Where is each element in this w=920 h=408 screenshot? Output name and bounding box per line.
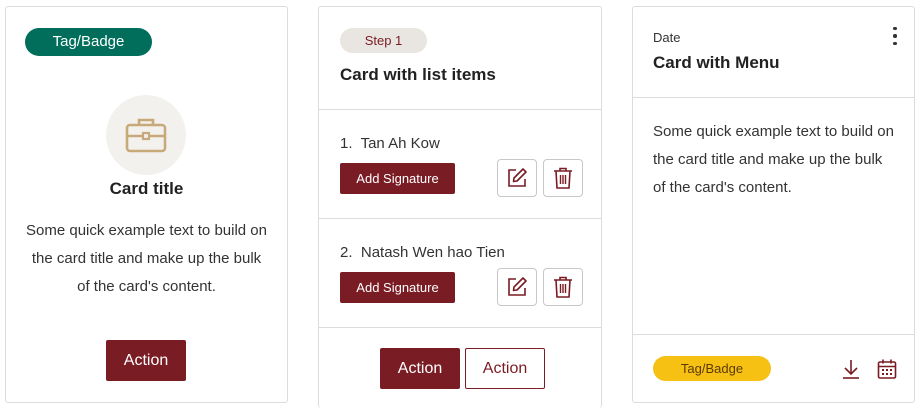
action-button-primary[interactable]: Action: [380, 348, 460, 389]
edit-icon: [508, 277, 527, 296]
divider: [633, 334, 914, 335]
briefcase-icon: [125, 118, 167, 153]
card-title: Card with Menu: [653, 53, 780, 72]
tag-badge: Tag/Badge: [25, 28, 152, 56]
divider: [319, 109, 601, 110]
trash-icon: [554, 276, 572, 298]
action-button-secondary[interactable]: Action: [465, 348, 545, 389]
card-title: Card title: [109, 179, 184, 198]
card-overline: Date: [653, 30, 681, 45]
edit-button[interactable]: [497, 268, 537, 306]
list-card: Step 1 Card with list items 1. Tan Ah Ko…: [318, 6, 602, 408]
trash-icon: [554, 167, 572, 189]
card-text: Some quick example text to build on the …: [653, 123, 894, 196]
card-title: Card with list items: [340, 65, 496, 84]
kebab-menu-icon[interactable]: [888, 25, 902, 47]
menu-card: Date Card with Menu Some quick example t…: [632, 6, 915, 403]
action-button[interactable]: Action: [106, 340, 186, 381]
list-item-name: Tan Ah Kow: [360, 135, 440, 152]
feature-card: Tag/Badge Card title Some quick example …: [5, 6, 288, 403]
add-signature-button[interactable]: Add Signature: [340, 163, 455, 194]
edit-button[interactable]: [497, 159, 537, 197]
list-item-name: Natash Wen hao Tien: [360, 244, 505, 261]
divider: [319, 218, 601, 219]
delete-button[interactable]: [543, 159, 583, 197]
calendar-icon[interactable]: [875, 357, 899, 381]
tag-badge: Tag/Badge: [653, 356, 771, 381]
list-item-2: 2. Natash Wen hao Tien: [340, 244, 505, 261]
card-text: Some quick example text to build on the …: [26, 222, 267, 295]
edit-icon: [508, 168, 527, 187]
delete-button[interactable]: [543, 268, 583, 306]
download-icon[interactable]: [839, 357, 863, 381]
add-signature-button[interactable]: Add Signature: [340, 272, 455, 303]
briefcase-icon-container: [106, 95, 186, 175]
divider: [319, 327, 601, 328]
list-item-number: 1.: [340, 135, 353, 152]
divider: [633, 97, 914, 98]
list-item-number: 2.: [340, 244, 353, 261]
list-item-1: 1. Tan Ah Kow: [340, 135, 440, 152]
step-badge: Step 1: [340, 28, 427, 53]
